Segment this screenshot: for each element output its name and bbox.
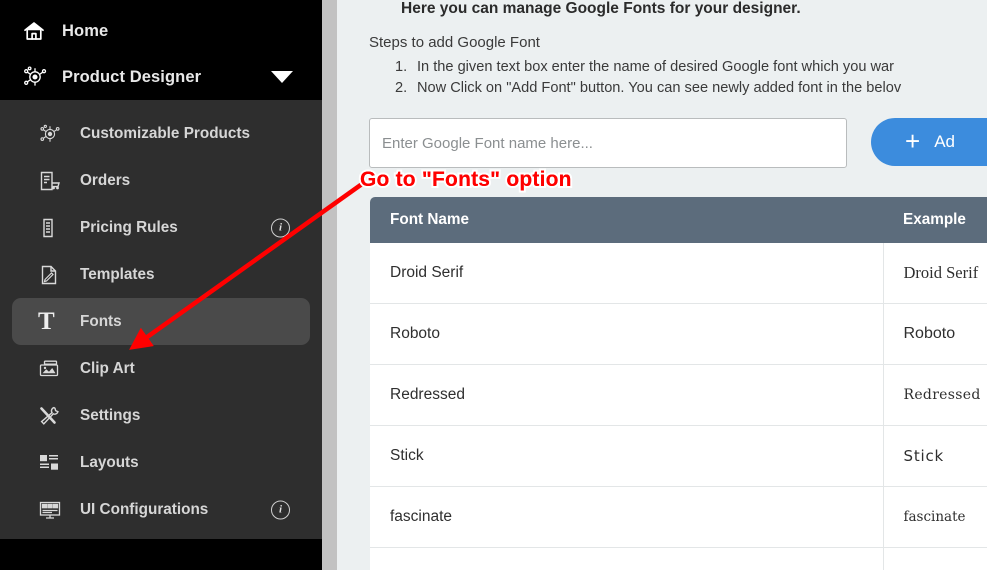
cell-font-name: Droid Serif bbox=[370, 243, 883, 304]
sidebar-item-fonts[interactable]: T Fonts bbox=[12, 298, 310, 345]
step-text: In the given text box enter the name of … bbox=[417, 59, 895, 75]
sidebar-item-layouts[interactable]: Layouts bbox=[12, 439, 310, 486]
table-header-row: Font Name Example bbox=[370, 197, 987, 243]
cell-font-example: Roboto bbox=[882, 303, 987, 365]
cell-font-name: Stick bbox=[370, 425, 883, 487]
cell-font-name: fascinate bbox=[370, 486, 883, 548]
page-intro-text: Here you can manage Google Fonts for you… bbox=[401, 0, 801, 17]
sidebar-item-customizable-products-label: Customizable Products bbox=[80, 124, 250, 142]
settings-tools-icon bbox=[38, 405, 74, 427]
sidebar-item-settings[interactable]: Settings bbox=[12, 392, 310, 439]
sidebar-menu: Customizable Products Orders Pricing Rul… bbox=[0, 100, 322, 539]
customizable-products-icon bbox=[38, 123, 74, 145]
templates-icon bbox=[38, 264, 74, 286]
step-text: Now Click on "Add Font" button. You can … bbox=[417, 80, 902, 96]
google-font-name-input[interactable] bbox=[369, 118, 847, 168]
cell-font-example: Redressed bbox=[882, 364, 987, 426]
sidebar-item-ui-configurations-label: UI Configurations bbox=[80, 500, 209, 518]
home-icon bbox=[22, 19, 56, 43]
pricing-rules-icon bbox=[38, 217, 74, 239]
page-scrollbar[interactable] bbox=[322, 0, 337, 570]
sidebar-item-product-designer[interactable]: Product Designer bbox=[0, 54, 322, 100]
column-header-font-name[interactable]: Font Name bbox=[370, 197, 883, 243]
table-row[interactable]: Droid Serif Droid Serif bbox=[370, 243, 987, 304]
sidebar-top-section: Home Product Designer bbox=[0, 0, 322, 100]
step-number: 2. bbox=[395, 80, 408, 96]
list-item: 1. In the given text box enter the name … bbox=[387, 57, 987, 78]
chevron-down-icon[interactable] bbox=[271, 71, 294, 83]
cell-font-example: Stick bbox=[882, 425, 987, 487]
sidebar-item-fonts-label: Fonts bbox=[80, 312, 122, 330]
cell-font-name: Redressed bbox=[370, 364, 883, 426]
sidebar-item-orders-label: Orders bbox=[80, 171, 131, 189]
cell-font-name: Anton bbox=[370, 547, 883, 570]
sidebar-item-pricing-rules[interactable]: Pricing Rules i bbox=[12, 204, 310, 251]
product-designer-icon bbox=[22, 65, 56, 89]
info-icon[interactable]: i bbox=[271, 218, 290, 237]
sidebar-item-product-designer-label: Product Designer bbox=[62, 67, 202, 86]
sidebar-item-home-label: Home bbox=[62, 21, 109, 40]
orders-icon bbox=[38, 170, 74, 192]
sidebar-item-customizable-products[interactable]: Customizable Products bbox=[12, 110, 310, 157]
steps-list: 1. In the given text box enter the name … bbox=[387, 57, 987, 99]
layouts-icon bbox=[38, 453, 74, 473]
sidebar-item-orders[interactable]: Orders bbox=[12, 157, 310, 204]
add-font-button[interactable]: + Ad bbox=[871, 118, 987, 166]
fonts-table-body: Droid Serif Droid Serif Roboto Roboto Re… bbox=[370, 243, 987, 570]
sidebar-item-clip-art[interactable]: Clip Art bbox=[12, 345, 310, 392]
sidebar-item-home[interactable]: Home bbox=[0, 8, 322, 54]
sidebar-item-templates[interactable]: Templates bbox=[12, 251, 310, 298]
sidebar-item-pricing-rules-label: Pricing Rules bbox=[80, 218, 178, 236]
info-icon[interactable]: i bbox=[271, 500, 290, 519]
table-row[interactable]: Roboto Roboto bbox=[370, 303, 987, 365]
add-font-button-label: Ad bbox=[934, 132, 955, 151]
sidebar-item-clip-art-label: Clip Art bbox=[80, 359, 135, 377]
column-header-example[interactable]: Example bbox=[883, 197, 987, 243]
sidebar-item-templates-label: Templates bbox=[80, 265, 155, 283]
table-row[interactable]: Anton Anton bbox=[370, 547, 987, 570]
fonts-text-icon: T bbox=[38, 308, 55, 335]
annotation-text: Go to "Fonts" option bbox=[360, 168, 572, 191]
ui-configurations-icon bbox=[38, 500, 74, 520]
table-row[interactable]: Stick Stick bbox=[370, 425, 987, 487]
cell-font-name: Roboto bbox=[370, 303, 883, 365]
scrollbar-thumb[interactable] bbox=[322, 0, 337, 570]
cell-font-example: Anton bbox=[882, 547, 987, 570]
table-row[interactable]: Redressed Redressed bbox=[370, 364, 987, 426]
cell-font-example: Droid Serif bbox=[882, 243, 987, 304]
screen: Home Product Designer Customizable Produ… bbox=[0, 0, 987, 570]
clip-art-icon bbox=[38, 358, 74, 380]
sidebar-item-ui-configurations[interactable]: UI Configurations i bbox=[12, 486, 310, 533]
add-font-form: + Ad bbox=[369, 118, 987, 168]
cell-font-example: fascinate bbox=[882, 486, 987, 548]
plus-icon: + bbox=[905, 126, 921, 156]
sidebar-item-layouts-label: Layouts bbox=[80, 453, 139, 471]
steps-title: Steps to add Google Font bbox=[369, 34, 540, 51]
fonts-table: Font Name Example Droid Serif Droid Seri… bbox=[370, 197, 987, 570]
step-number: 1. bbox=[395, 59, 408, 75]
table-row[interactable]: fascinate fascinate bbox=[370, 486, 987, 548]
sidebar-item-settings-label: Settings bbox=[80, 406, 141, 424]
main-content: Here you can manage Google Fonts for you… bbox=[337, 0, 987, 570]
list-item: 2. Now Click on "Add Font" button. You c… bbox=[387, 78, 987, 99]
sidebar: Home Product Designer Customizable Produ… bbox=[0, 0, 322, 570]
